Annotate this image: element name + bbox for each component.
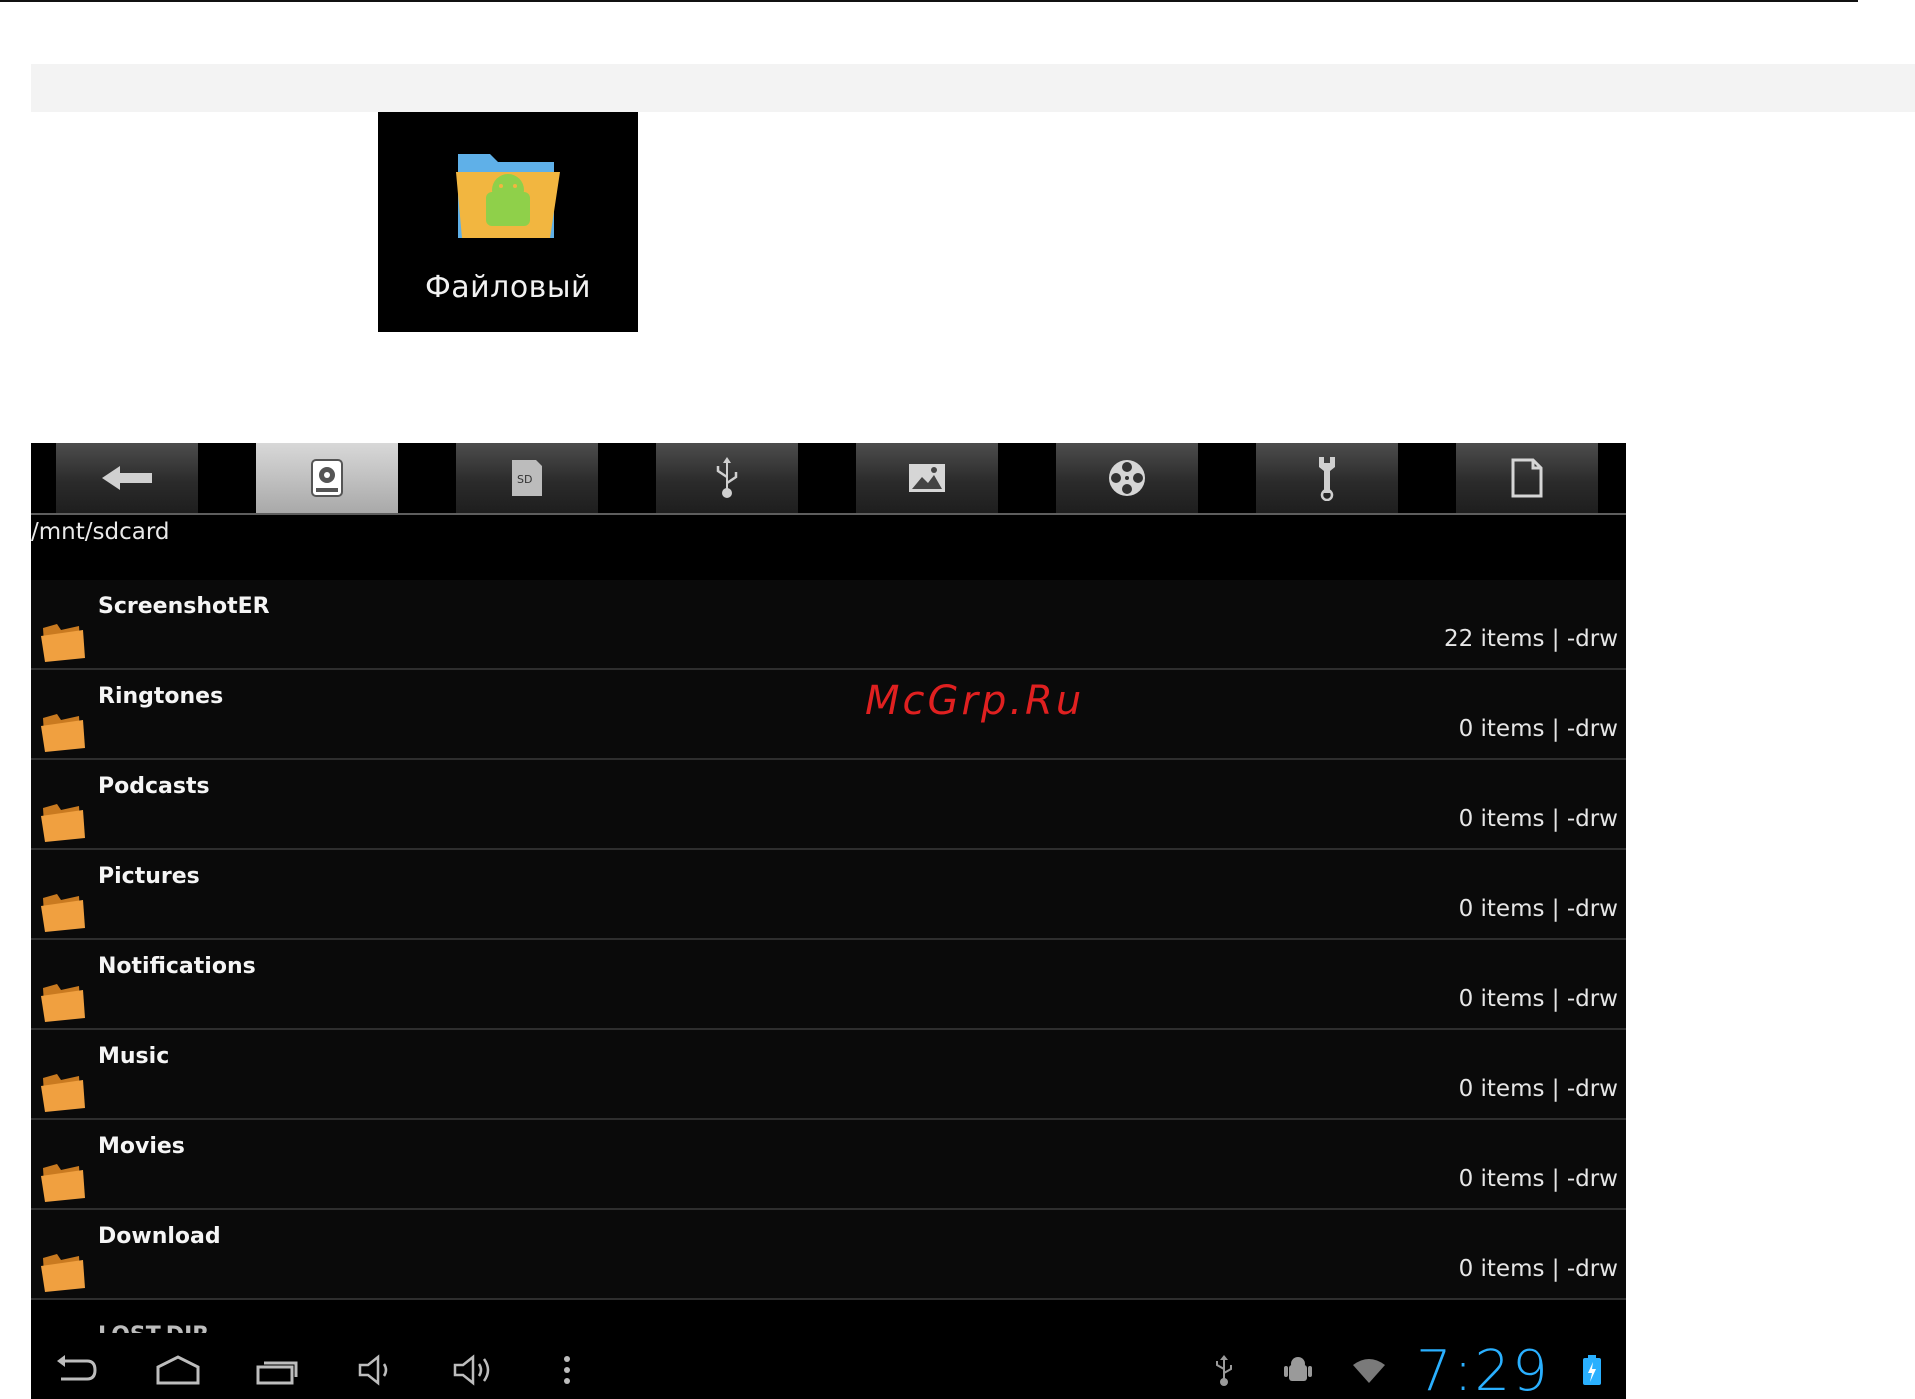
file-name: Ringtones [98,684,224,709]
volume-down-icon[interactable] [356,1353,396,1387]
film-reel-icon [1109,460,1145,496]
list-item[interactable]: ScreenshotER 22 items | -drw [31,580,1626,670]
folder-icon [41,1254,85,1292]
sd-card-icon: SD [512,460,542,496]
watermark: McGrp.Ru [865,678,1085,724]
file-meta: 0 items | -drw [1458,716,1618,742]
sdcard-storage-icon [311,459,343,497]
file-meta: 0 items | -drw [1458,896,1618,922]
file-name: Music [98,1044,170,1069]
svg-text:SD: SD [517,473,532,486]
usb-button[interactable] [656,443,798,513]
nav-home-icon[interactable] [154,1353,202,1387]
usb-status-icon [1216,1355,1232,1386]
file-name: Pictures [98,864,200,889]
list-item[interactable]: Download 0 items | -drw [31,1210,1626,1300]
folder-icon [41,1164,85,1202]
device-screen: SD /mnt/sdcard ScreenshotER 22 items | -… [31,443,1626,1399]
clock: 7:29 [1416,1339,1550,1399]
video-button[interactable] [1056,443,1198,513]
header-band [31,64,1915,112]
file-name: Download [98,1224,221,1249]
internal-storage-button[interactable] [256,443,398,513]
nav-back-icon[interactable] [53,1353,97,1387]
folder-icon [41,894,85,932]
file-meta: 0 items | -drw [1458,806,1618,832]
document-icon [1511,458,1543,498]
sd-card-button[interactable]: SD [456,443,598,513]
folder-icon [41,1074,85,1112]
system-bar: 7:29 [31,1339,1626,1399]
android-folder-icon [456,154,560,238]
folder-icon [41,714,85,752]
file-manager-app-icon[interactable]: Файловый [378,112,638,332]
list-item[interactable]: Movies 0 items | -drw [31,1120,1626,1210]
top-rule [0,0,1858,2]
folder-icon [41,984,85,1022]
android-debug-icon [1284,1357,1312,1381]
file-name: Notifications [98,954,256,979]
toolbar: SD [31,443,1626,515]
nav-recent-apps-icon[interactable] [254,1353,300,1387]
volume-up-icon[interactable] [451,1353,497,1387]
file-meta: 22 items | -drw [1443,626,1618,652]
folder-icon [41,624,85,662]
list-item[interactable]: Ringtones 0 items | -drw [31,670,1626,760]
menu-dots-icon[interactable] [561,1353,573,1387]
document-button[interactable] [1456,443,1598,513]
folder-icon [41,804,85,842]
list-item[interactable]: Pictures 0 items | -drw [31,850,1626,940]
back-arrow-icon [102,466,152,490]
file-name: Podcasts [98,774,210,799]
usb-icon [716,457,738,498]
image-icon [909,464,945,492]
battery-charging-icon [1583,1355,1601,1385]
list-item[interactable]: Music 0 items | -drw [31,1030,1626,1120]
file-meta: 0 items | -drw [1458,1076,1618,1102]
back-button[interactable] [56,443,198,513]
file-list: ScreenshotER 22 items | -drw Ringtones 0… [31,580,1626,1300]
file-name: ScreenshotER [98,594,270,619]
list-item[interactable]: Podcasts 0 items | -drw [31,760,1626,850]
file-meta: 0 items | -drw [1458,1166,1618,1192]
images-button[interactable] [856,443,998,513]
wifi-icon [1353,1359,1385,1383]
app-icon-label: Файловый [424,270,592,305]
current-path: /mnt/sdcard [31,519,170,545]
file-meta: 0 items | -drw [1458,1256,1618,1282]
wrench-icon [1319,457,1335,501]
file-meta: 0 items | -drw [1458,986,1618,1012]
file-name: Movies [98,1134,185,1159]
list-item[interactable]: Notifications 0 items | -drw [31,940,1626,1030]
tools-button[interactable] [1256,443,1398,513]
